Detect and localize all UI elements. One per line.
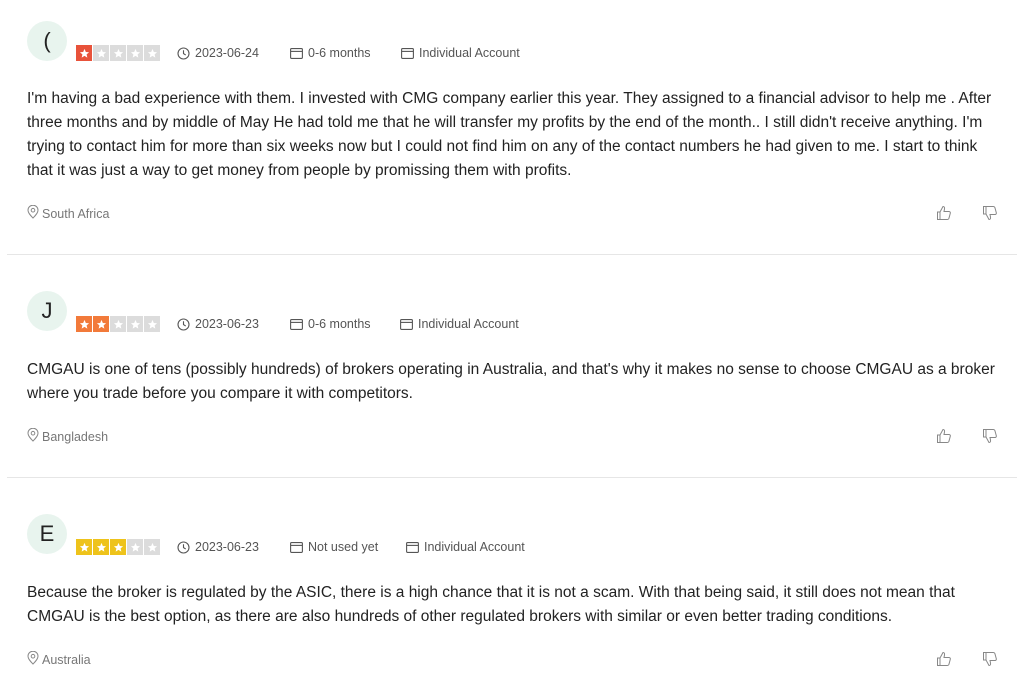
thumbs-up-icon[interactable] <box>935 427 953 445</box>
star-empty-icon <box>144 316 160 332</box>
star-filled-icon <box>76 316 92 332</box>
account-type-text: Individual Account <box>424 540 525 554</box>
thumbs-down-icon[interactable] <box>981 427 999 445</box>
divider <box>7 477 1017 478</box>
star-empty-icon <box>110 45 126 61</box>
star-rating <box>76 539 160 555</box>
location-text: South Africa <box>42 206 110 221</box>
star-rating <box>76 316 160 332</box>
usage-duration-text: 0-6 months <box>308 46 371 60</box>
thumbs-up-icon[interactable] <box>935 650 953 668</box>
avatar: J <box>27 291 67 331</box>
review-location: Bangladesh <box>27 427 109 445</box>
review-location: Australia <box>27 650 91 668</box>
card-icon <box>400 318 413 330</box>
card-icon <box>406 541 419 553</box>
usage-duration-text: Not used yet <box>308 540 379 554</box>
account-type-text: Individual Account <box>418 317 519 331</box>
star-empty-icon <box>127 316 143 332</box>
clock-icon <box>177 46 190 60</box>
avatar: E <box>27 514 67 554</box>
star-empty-icon <box>144 539 160 555</box>
card-icon <box>290 47 303 59</box>
thumbs-up-icon[interactable] <box>935 204 953 222</box>
review-text: I'm having a bad experience with them. I… <box>27 90 992 179</box>
thumbs-down-icon[interactable] <box>981 204 999 222</box>
avatar: ( <box>27 21 67 61</box>
star-filled-icon <box>110 539 126 555</box>
star-rating <box>76 45 160 61</box>
review-text: Because the broker is regulated by the A… <box>27 584 955 625</box>
card-icon <box>290 541 303 553</box>
star-empty-icon <box>127 45 143 61</box>
thumbs-down-icon[interactable] <box>981 650 999 668</box>
usage-duration: Not used yet <box>290 540 378 554</box>
review-text: CMGAU is one of tens (possibly hundreds)… <box>27 361 995 402</box>
account-type: Individual Account <box>401 46 520 60</box>
star-filled-icon <box>76 539 92 555</box>
location-text: Bangladesh <box>42 429 109 444</box>
star-filled-icon <box>76 45 92 61</box>
location-pin-icon <box>27 427 39 445</box>
review-date: 2023-06-23 <box>177 540 259 554</box>
usage-duration-text: 0-6 months <box>308 317 371 331</box>
review-date-text: 2023-06-23 <box>195 317 259 331</box>
card-icon <box>401 47 414 59</box>
review-location: South Africa <box>27 204 110 222</box>
star-empty-icon <box>93 45 109 61</box>
location-pin-icon <box>27 204 39 222</box>
review-date: 2023-06-23 <box>177 317 259 331</box>
review-date-text: 2023-06-24 <box>195 46 259 60</box>
star-empty-icon <box>110 316 126 332</box>
review-date-text: 2023-06-23 <box>195 540 259 554</box>
star-filled-icon <box>93 539 109 555</box>
review-date: 2023-06-24 <box>177 46 259 60</box>
card-icon <box>290 318 303 330</box>
clock-icon <box>177 317 190 331</box>
usage-duration: 0-6 months <box>290 317 371 331</box>
clock-icon <box>177 540 190 554</box>
account-type-text: Individual Account <box>419 46 520 60</box>
location-pin-icon <box>27 650 39 668</box>
account-type: Individual Account <box>406 540 525 554</box>
account-type: Individual Account <box>400 317 519 331</box>
star-empty-icon <box>144 45 160 61</box>
star-empty-icon <box>127 539 143 555</box>
location-text: Australia <box>42 652 91 667</box>
usage-duration: 0-6 months <box>290 46 371 60</box>
divider <box>7 254 1017 255</box>
star-filled-icon <box>93 316 109 332</box>
